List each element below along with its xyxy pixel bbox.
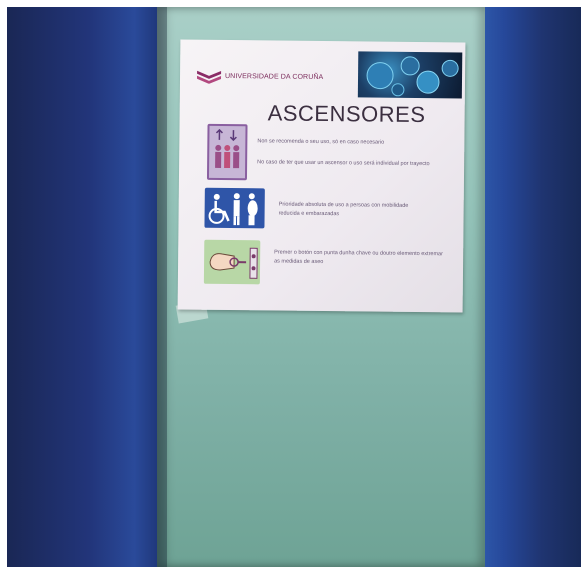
university-logo-icon [197,70,222,84]
university-name: UNIVERSIDADE DA CORUÑA [225,72,324,81]
photo-scene: UNIVERSIDADE DA CORUÑA ASCENSORES Non se… [7,7,581,567]
elevator-people-icon [206,123,248,181]
university-logo: UNIVERSIDADE DA CORUÑA [196,68,323,85]
accessibility-icon [204,187,265,229]
door-frame-right [485,7,581,567]
poster-title: ASCENSORES [267,100,426,128]
rule-text-2: No caso de ter que usar un ascensor o us… [257,159,430,168]
rule-text-3: Prioridade absoluta de uso a persoas con… [278,201,409,218]
rule-text-4: Premer o botón con punta dunha chave ou … [274,249,443,266]
key-press-button-icon [203,239,261,285]
coronavirus-image [357,51,463,99]
door-frame-left [7,7,157,567]
door-shadow [157,7,167,567]
rule-text-1: Non se recomenda o seu uso, só en caso n… [257,138,385,146]
elevator-notice-poster: UNIVERSIDADE DA CORUÑA ASCENSORES Non se… [177,39,466,313]
